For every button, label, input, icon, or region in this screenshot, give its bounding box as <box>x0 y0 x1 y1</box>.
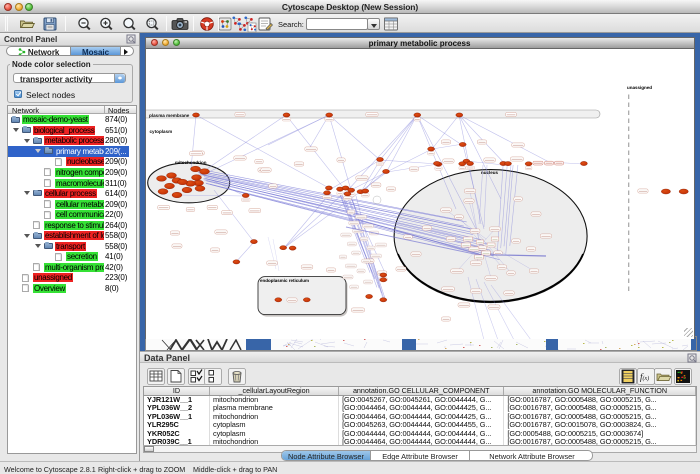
svg-text:plasma membrane: plasma membrane <box>149 112 190 117</box>
svg-text:nucleus: nucleus <box>481 169 499 174</box>
svg-text:cytoplasm: cytoplasm <box>149 129 172 134</box>
svg-text:endoplasmic reticulum: endoplasmic reticulum <box>260 278 309 283</box>
svg-text:mitochondrion: mitochondrion <box>175 159 207 164</box>
svg-text:unassigned: unassigned <box>627 84 652 89</box>
